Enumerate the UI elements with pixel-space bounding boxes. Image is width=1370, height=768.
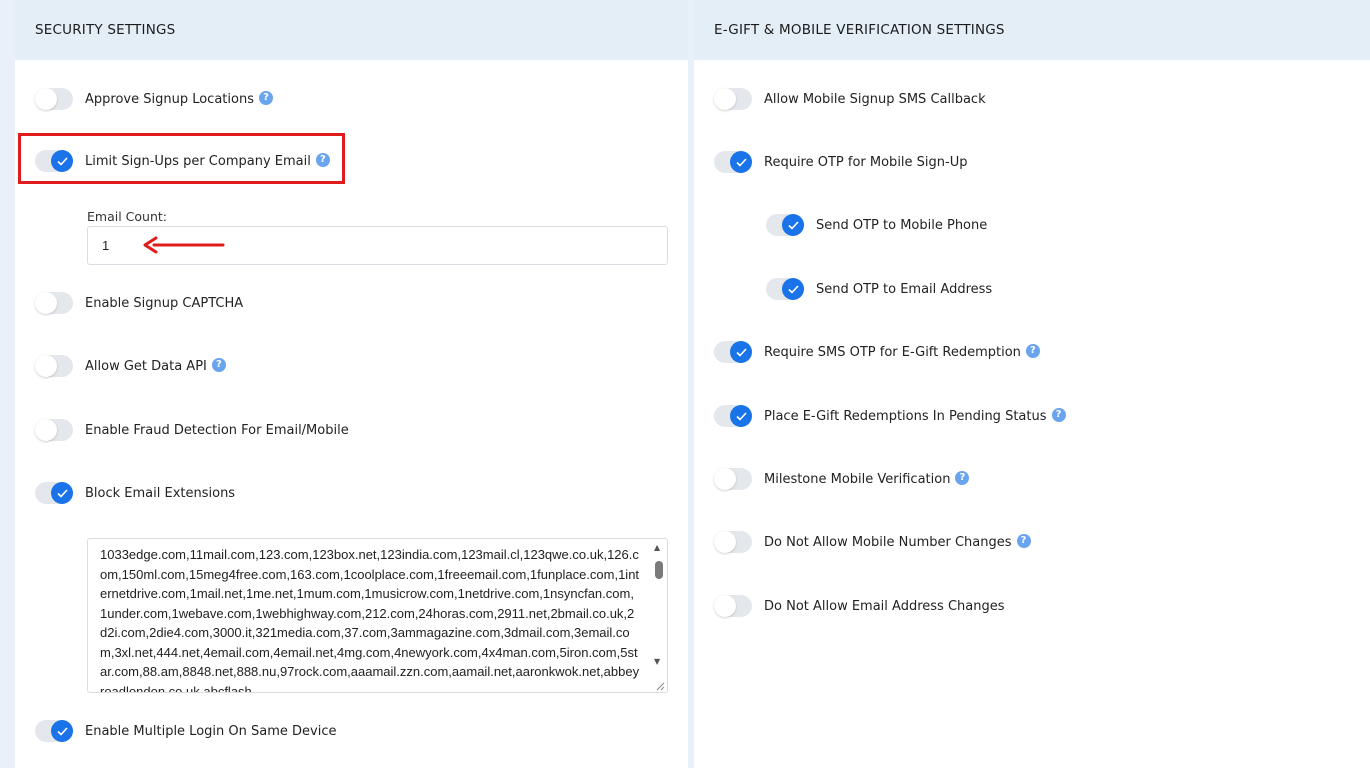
setting-label: Place E-Gift Redemptions In Pending Stat… bbox=[764, 408, 1047, 424]
setting-label: Enable Multiple Login On Same Device bbox=[85, 723, 337, 739]
egift-mobile-verification-title: E-GIFT & MOBILE VERIFICATION SETTINGS bbox=[714, 22, 1005, 38]
setting-no-mobile-number-changes: Do Not Allow Mobile Number Changes ? bbox=[714, 530, 1031, 554]
setting-label: Approve Signup Locations bbox=[85, 91, 254, 107]
help-icon[interactable]: ? bbox=[315, 152, 330, 167]
blocked-extensions-text: 1033edge.com,11mail.com,123.com,123box.n… bbox=[100, 547, 640, 693]
setting-send-otp-email-address: Send OTP to Email Address bbox=[766, 277, 992, 301]
security-settings-panel: SECURITY SETTINGS Approve Signup Locatio… bbox=[15, 0, 688, 768]
setting-enable-signup-captcha: Enable Signup CAPTCHA bbox=[35, 291, 243, 315]
toggle-place-egift-redemptions-pending[interactable] bbox=[714, 405, 752, 427]
setting-send-otp-mobile-phone: Send OTP to Mobile Phone bbox=[766, 213, 987, 237]
toggle-allow-get-data-api[interactable] bbox=[35, 355, 73, 377]
toggle-send-otp-mobile-phone[interactable] bbox=[766, 214, 804, 236]
setting-milestone-mobile-verification: Milestone Mobile Verification ? bbox=[714, 467, 970, 491]
setting-label: Do Not Allow Email Address Changes bbox=[764, 598, 1005, 614]
toggle-limit-signups-per-company-email[interactable] bbox=[35, 150, 73, 172]
arrow-left-icon bbox=[143, 236, 225, 254]
setting-label: Allow Mobile Signup SMS Callback bbox=[764, 91, 986, 107]
setting-enable-multiple-login: Enable Multiple Login On Same Device bbox=[35, 719, 336, 743]
toggle-send-otp-email-address[interactable] bbox=[766, 278, 804, 300]
toggle-milestone-mobile-verification[interactable] bbox=[714, 468, 752, 490]
setting-label: Do Not Allow Mobile Number Changes bbox=[764, 534, 1012, 550]
setting-label: Block Email Extensions bbox=[85, 485, 236, 501]
scroll-thumb[interactable] bbox=[655, 561, 663, 579]
setting-label: Require OTP for Mobile Sign-Up bbox=[764, 154, 968, 170]
setting-approve-signup-locations: Approve Signup Locations ? bbox=[35, 87, 273, 111]
toggle-enable-multiple-login[interactable] bbox=[35, 720, 73, 742]
egift-mobile-verification-header: E-GIFT & MOBILE VERIFICATION SETTINGS bbox=[694, 0, 1370, 60]
help-icon[interactable]: ? bbox=[1051, 407, 1066, 422]
setting-require-otp-mobile-signup: Require OTP for Mobile Sign-Up bbox=[714, 150, 967, 174]
security-settings-body: Approve Signup Locations ? Limit Sign-Up… bbox=[15, 60, 688, 768]
toggle-approve-signup-locations[interactable] bbox=[35, 88, 73, 110]
help-icon[interactable]: ? bbox=[258, 90, 273, 105]
setting-label: Enable Fraud Detection For Email/Mobile bbox=[85, 422, 349, 438]
setting-allow-mobile-signup-sms-callback: Allow Mobile Signup SMS Callback bbox=[714, 87, 986, 111]
setting-no-email-address-changes: Do Not Allow Email Address Changes bbox=[714, 594, 1005, 618]
resize-grip-icon[interactable] bbox=[655, 681, 665, 691]
setting-require-sms-otp-egift-redemption: Require SMS OTP for E-Gift Redemption ? bbox=[714, 340, 1040, 364]
toggle-allow-mobile-signup-sms-callback[interactable] bbox=[714, 88, 752, 110]
toggle-require-sms-otp-egift-redemption[interactable] bbox=[714, 341, 752, 363]
setting-block-email-extensions: Block Email Extensions bbox=[35, 481, 235, 505]
egift-mobile-verification-body: Allow Mobile Signup SMS Callback Require… bbox=[694, 60, 1370, 768]
setting-label: Send OTP to Mobile Phone bbox=[816, 217, 988, 233]
toggle-enable-fraud-detection[interactable] bbox=[35, 419, 73, 441]
setting-label: Allow Get Data API bbox=[85, 358, 207, 374]
scroll-up-icon[interactable]: ▲ bbox=[654, 543, 660, 552]
help-icon[interactable]: ? bbox=[211, 357, 226, 372]
setting-label: Require SMS OTP for E-Gift Redemption bbox=[764, 344, 1021, 360]
setting-label: Send OTP to Email Address bbox=[816, 281, 993, 297]
email-count-label: Email Count: bbox=[87, 209, 167, 224]
blocked-extensions-textarea[interactable]: 1033edge.com,11mail.com,123.com,123box.n… bbox=[87, 538, 668, 693]
setting-enable-fraud-detection: Enable Fraud Detection For Email/Mobile bbox=[35, 418, 349, 442]
setting-allow-get-data-api: Allow Get Data API ? bbox=[35, 354, 226, 378]
egift-mobile-verification-panel: E-GIFT & MOBILE VERIFICATION SETTINGS Al… bbox=[694, 0, 1370, 768]
setting-limit-signups-per-company-email: Limit Sign-Ups per Company Email ? bbox=[35, 149, 330, 173]
toggle-enable-signup-captcha[interactable] bbox=[35, 292, 73, 314]
setting-label: Limit Sign-Ups per Company Email bbox=[85, 153, 311, 169]
help-icon[interactable]: ? bbox=[1025, 343, 1040, 358]
scroll-down-icon[interactable]: ▼ bbox=[654, 657, 660, 666]
toggle-block-email-extensions[interactable] bbox=[35, 482, 73, 504]
security-settings-header: SECURITY SETTINGS bbox=[15, 0, 688, 60]
toggle-no-email-address-changes[interactable] bbox=[714, 595, 752, 617]
setting-label: Milestone Mobile Verification bbox=[764, 471, 951, 487]
setting-label: Enable Signup CAPTCHA bbox=[85, 295, 244, 311]
security-settings-title: SECURITY SETTINGS bbox=[35, 22, 176, 38]
toggle-no-mobile-number-changes[interactable] bbox=[714, 531, 752, 553]
setting-place-egift-redemptions-pending: Place E-Gift Redemptions In Pending Stat… bbox=[714, 404, 1066, 428]
toggle-require-otp-mobile-signup[interactable] bbox=[714, 151, 752, 173]
textarea-scrollbar[interactable]: ▲ ▼ bbox=[651, 539, 667, 669]
help-icon[interactable]: ? bbox=[1016, 533, 1031, 548]
help-icon[interactable]: ? bbox=[955, 470, 970, 485]
